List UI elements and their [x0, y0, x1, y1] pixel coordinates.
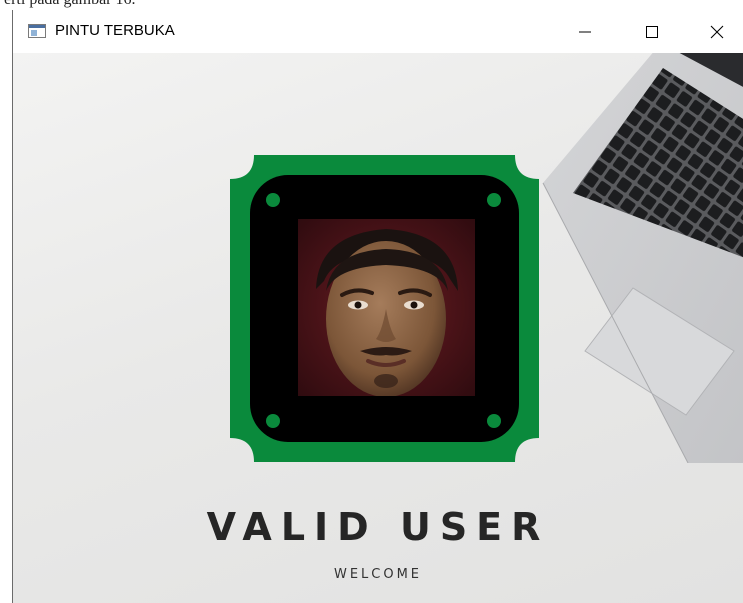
- caption-text: erti pada gambar 16.: [4, 0, 136, 9]
- close-icon: [710, 25, 724, 38]
- frame-dot-top-right: [487, 193, 501, 207]
- document-caption-fragment: erti pada gambar 16.: [0, 0, 743, 10]
- minimize-icon: [579, 31, 591, 32]
- app-window-icon: [28, 24, 46, 38]
- laptop-image: [542, 53, 743, 463]
- close-button[interactable]: [693, 10, 741, 53]
- frame-dot-top-left: [266, 193, 280, 207]
- minimize-button[interactable]: [561, 10, 609, 53]
- welcome-screen: VALID USER WELCOME: [13, 53, 743, 603]
- window-title: PINTU TERBUKA: [55, 22, 175, 39]
- frame-dot-bottom-left: [266, 414, 280, 428]
- maximize-icon: [646, 25, 658, 38]
- captured-face-image: [298, 219, 475, 396]
- maximize-button[interactable]: [628, 10, 676, 53]
- welcome-subtitle: WELCOME: [333, 567, 423, 582]
- status-headline: VALID USER: [206, 505, 550, 549]
- frame-dot-bottom-right: [487, 414, 501, 428]
- app-window: PINTU TERBUKA VALID USER WELCOME: [12, 10, 743, 603]
- title-bar[interactable]: PINTU TERBUKA: [13, 10, 743, 53]
